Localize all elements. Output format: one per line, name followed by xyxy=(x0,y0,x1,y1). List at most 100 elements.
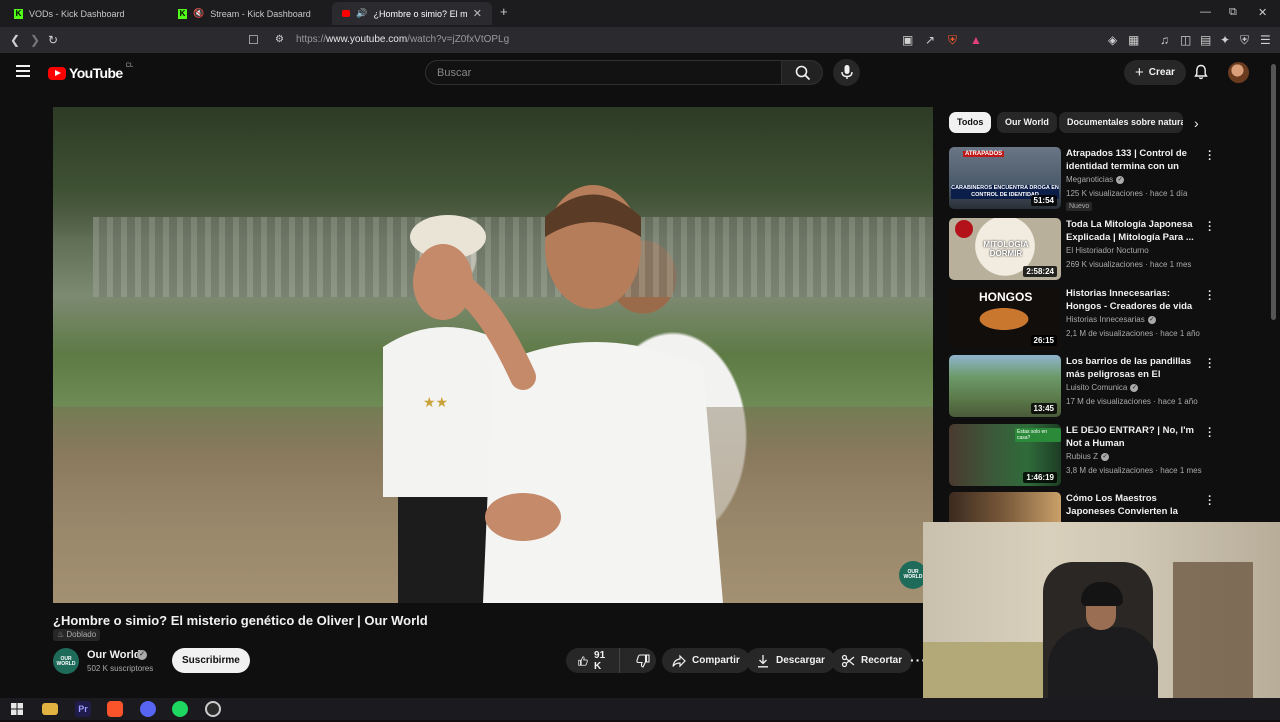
recommendation-item[interactable]: Estas solo en casa? 1:46:19 LE DEJO ENTR… xyxy=(949,424,1224,486)
minimize-button[interactable]: — xyxy=(1200,6,1211,18)
webcam-bed xyxy=(923,642,1043,698)
voice-search-button[interactable] xyxy=(833,59,860,86)
recommendation-title[interactable]: Toda La Mitología Japonesa Explicada | M… xyxy=(1066,218,1202,244)
close-window-button[interactable]: ✕ xyxy=(1258,6,1267,19)
youtube-icon xyxy=(342,10,351,17)
kebab-menu-icon[interactable]: · · · xyxy=(1207,147,1213,166)
channel-avatar[interactable]: OUR WORLD xyxy=(53,648,79,674)
menu-icon[interactable]: ☰ xyxy=(1260,33,1271,47)
forward-icon[interactable]: ❯ xyxy=(30,33,40,47)
recommendation-item[interactable]: 13:45 Los barrios de las pandillas más p… xyxy=(949,355,1224,417)
recommendation-meta: 2,1 M de visualizaciones · hace 1 año xyxy=(1066,329,1200,338)
site-settings-icon[interactable]: ⚙ xyxy=(275,34,284,45)
webcam-shelf xyxy=(1173,562,1253,698)
extensions-icon[interactable]: ◈ xyxy=(1108,33,1117,47)
recommendation-title[interactable]: Atrapados 133 | Control de identidad ter… xyxy=(1066,147,1202,173)
media-icon[interactable]: ♫ xyxy=(1160,33,1169,47)
youtube-play-icon xyxy=(48,66,66,80)
brave-shields-icon[interactable]: ⛨ xyxy=(948,33,957,48)
recommendation-item[interactable]: ATRAPADOS CARABINEROS ENCUENTRA DROGA EN… xyxy=(949,147,1224,211)
webcam-person-hair xyxy=(1081,582,1123,606)
video-thumbnail[interactable]: Estas solo en casa? 1:46:19 xyxy=(949,424,1061,486)
channel-name[interactable]: Our World xyxy=(87,649,141,661)
url-bar[interactable]: https://www.youtube.com/watch?v=jZ0fxVtO… xyxy=(296,34,509,45)
verified-check-icon: ✓ xyxy=(1101,452,1110,461)
kebab-menu-icon[interactable]: · · · xyxy=(1207,287,1213,306)
video-thumbnail[interactable]: ATRAPADOS CARABINEROS ENCUENTRA DROGA EN… xyxy=(949,147,1061,209)
chip-nature-documentaries[interactable]: Documentales sobre naturaleza xyxy=(1059,112,1183,133)
recommendation-item[interactable]: MITOLOGIA DORMIR 2:58:24 Toda La Mitolog… xyxy=(949,218,1224,280)
leo-ai-icon[interactable]: ✦ xyxy=(1220,33,1230,47)
obs-icon[interactable] xyxy=(205,701,221,717)
recommendation-item[interactable]: HONGOS 26:15 Historias Innecesarias: Hon… xyxy=(949,287,1224,349)
like-count: 91 K xyxy=(594,649,606,672)
recommendation-channel: Rubius Z ✓ xyxy=(1066,452,1110,461)
download-button[interactable]: Descargar xyxy=(746,648,835,673)
recommendation-title[interactable]: Historias Innecesarias: Hongos - Creador… xyxy=(1066,287,1202,313)
youtube-logo[interactable]: YouTube CL xyxy=(48,63,133,81)
video-duration: 2:58:24 xyxy=(1023,266,1057,277)
browser-tab-active[interactable]: 🔊 ¿Hombre o simio? El misterio ✕ xyxy=(332,2,492,25)
chip-all[interactable]: Todos xyxy=(949,112,992,133)
recommendation-item[interactable]: Cómo Los Maestros Japoneses Convierten l… xyxy=(949,492,1224,522)
verified-check-icon: ✓ xyxy=(1147,315,1156,324)
spotify-icon[interactable] xyxy=(172,701,188,717)
hamburger-menu-icon[interactable] xyxy=(16,65,30,77)
dub-icon: ♨ xyxy=(57,630,67,639)
chip-our-world[interactable]: Our World xyxy=(997,112,1057,133)
subscribe-button[interactable]: Suscribirme xyxy=(172,648,250,673)
screenshot-icon[interactable]: ▦ xyxy=(1128,33,1139,47)
svg-text:★★: ★★ xyxy=(423,394,448,410)
chevron-right-icon[interactable]: › xyxy=(1194,115,1199,131)
plus-icon: + xyxy=(1135,64,1144,81)
video-thumbnail[interactable] xyxy=(949,492,1061,522)
recommendation-title[interactable]: Los barrios de las pandillas más peligro… xyxy=(1066,355,1202,381)
recommendation-channel: Luisito Comunica ✓ xyxy=(1066,383,1139,392)
audio-playing-icon: 🔊 xyxy=(356,8,368,18)
kebab-menu-icon[interactable]: · · · xyxy=(1207,492,1213,511)
video-thumbnail[interactable]: 13:45 xyxy=(949,355,1061,417)
bookmark-icon[interactable]: ☐ xyxy=(248,33,259,47)
share-button[interactable]: Compartir xyxy=(662,648,750,673)
brave-browser-icon[interactable] xyxy=(107,701,123,717)
kebab-menu-icon[interactable]: · · · xyxy=(1207,218,1213,237)
vpn-icon[interactable]: ⛨ xyxy=(1240,33,1249,48)
cast-icon[interactable]: ▣ xyxy=(902,33,913,47)
browser-tab[interactable]: K VODs - Kick Dashboard xyxy=(4,2,164,25)
maximize-button[interactable]: ⧉ xyxy=(1229,6,1237,19)
create-button[interactable]: + Crear xyxy=(1124,60,1186,85)
share-page-icon[interactable]: ↗ xyxy=(925,33,935,47)
thumbnail-text: ATRAPADOS xyxy=(963,151,1005,157)
sidebar-icon[interactable]: ◫ xyxy=(1180,33,1191,47)
recommendation-title[interactable]: Cómo Los Maestros Japoneses Convierten l… xyxy=(1066,492,1202,518)
like-button[interactable]: 91 K xyxy=(566,648,621,673)
wallet-icon[interactable]: ▤ xyxy=(1200,33,1211,47)
video-player[interactable]: ★★ OUR WORLD xyxy=(53,107,933,603)
dubbed-badge: ♨ Doblado xyxy=(53,629,101,641)
browser-tab[interactable]: K 🔇 Stream - Kick Dashboard xyxy=(168,2,328,25)
brave-rewards-icon[interactable]: ▲ xyxy=(970,33,982,47)
recommendation-title[interactable]: LE DEJO ENTRAR? | No, I'm Not a Human xyxy=(1066,424,1202,450)
browser-tab-label: Stream - Kick Dashboard xyxy=(210,8,311,19)
close-tab-icon[interactable]: ✕ xyxy=(473,7,482,20)
kebab-menu-icon[interactable]: · · · xyxy=(1207,355,1213,374)
premiere-pro-icon[interactable]: Pr xyxy=(75,701,91,717)
thumbnail-caption: Estas solo en casa? xyxy=(1015,428,1061,442)
account-avatar[interactable] xyxy=(1228,62,1249,83)
search-input[interactable]: Buscar xyxy=(425,60,782,85)
video-thumbnail[interactable]: HONGOS 26:15 xyxy=(949,287,1061,349)
clip-button[interactable]: Recortar xyxy=(831,648,913,673)
search-button[interactable] xyxy=(781,60,823,85)
recommendation-channel: El Historiador Nocturno xyxy=(1066,246,1149,255)
video-thumbnail[interactable]: MITOLOGIA DORMIR 2:58:24 xyxy=(949,218,1061,280)
back-icon[interactable]: ❮ xyxy=(10,33,20,47)
file-explorer-icon[interactable] xyxy=(42,703,58,715)
page-scrollbar[interactable] xyxy=(1271,64,1276,320)
kebab-menu-icon[interactable]: · · · xyxy=(1207,424,1213,443)
dislike-button[interactable] xyxy=(626,648,660,673)
new-tab-button[interactable]: + xyxy=(500,4,508,19)
discord-icon[interactable] xyxy=(140,701,156,717)
reload-icon[interactable]: ↻ xyxy=(48,33,58,47)
windows-start-icon[interactable] xyxy=(9,701,25,717)
notifications-bell-icon[interactable] xyxy=(1193,64,1209,80)
